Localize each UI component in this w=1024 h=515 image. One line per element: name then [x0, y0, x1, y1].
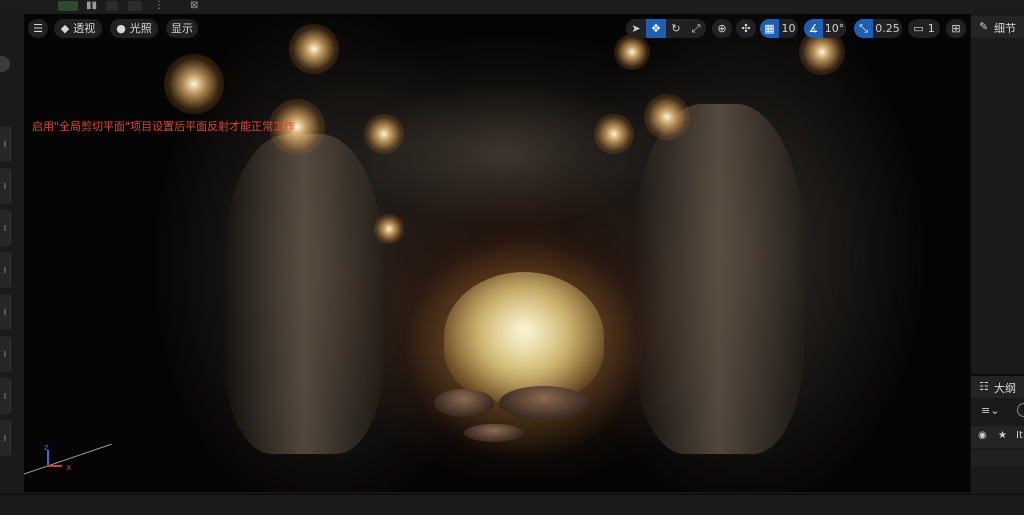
- outliner-column-header: ◉ ★ It: [971, 426, 1024, 448]
- grid-icon[interactable]: ▦: [760, 19, 779, 38]
- lamp-glow: [644, 94, 690, 140]
- left-dock-strip: [0, 14, 24, 494]
- cave-pillar-right: [634, 104, 804, 454]
- list-icon: ☷: [979, 380, 989, 393]
- transform-tools-group: ➤ ✥ ↻ ⤢: [626, 19, 706, 38]
- search-icon[interactable]: [1017, 403, 1024, 417]
- viewport-layout-button[interactable]: ⊞: [946, 19, 966, 38]
- move-icon[interactable]: ✥: [646, 19, 666, 38]
- stop-button[interactable]: [106, 1, 118, 11]
- lamp-glow: [289, 24, 339, 74]
- eject-button[interactable]: [128, 1, 142, 11]
- lamp-glow: [594, 114, 634, 154]
- panel-handle[interactable]: [0, 336, 11, 372]
- globe-icon: ⊕: [717, 22, 727, 35]
- panel-handle[interactable]: [0, 126, 11, 162]
- viewport-menu-button[interactable]: ☰: [28, 19, 48, 38]
- grid-snap-value[interactable]: 10: [779, 19, 798, 38]
- play-button[interactable]: [58, 1, 78, 11]
- lamp-glow: [164, 54, 224, 114]
- details-panel-tab[interactable]: ✎ 细节: [971, 16, 1024, 38]
- camera-speed-button[interactable]: ▭ 1: [908, 19, 940, 38]
- panel-handle[interactable]: [0, 252, 11, 288]
- filter-icon[interactable]: ≡⌄: [981, 404, 999, 417]
- x-axis-label: x: [66, 463, 72, 473]
- outliner-panel-tab[interactable]: ☷ 大纲: [971, 376, 1024, 398]
- rotate-snap-group: ∡ 10°: [804, 19, 846, 38]
- platform-icon[interactable]: ⊠: [190, 0, 198, 12]
- more-options-icon[interactable]: ⋮: [154, 0, 164, 12]
- scale-snap-group: ⤡ 0.25: [854, 19, 902, 38]
- show-button[interactable]: 显示: [166, 19, 198, 38]
- panel-handle[interactable]: [0, 378, 11, 414]
- camera-icon: ▭: [913, 22, 924, 35]
- lamp-glow: [614, 34, 650, 70]
- level-viewport[interactable]: 启用"全局剪切平面"项目设置后平面反射才能正常工作 ☰ ◆ 透视 ● 光照 显示 ➤…: [24, 14, 970, 492]
- hamburger-icon: ☰: [33, 22, 43, 35]
- perspective-button[interactable]: ◆ 透视: [54, 19, 102, 38]
- grid-snap-group: ▦ 10: [760, 19, 798, 38]
- panel-handle[interactable]: [0, 168, 11, 204]
- sphere-icon: ●: [116, 22, 126, 35]
- eye-icon[interactable]: ◉: [978, 430, 987, 441]
- rotate-icon[interactable]: ↻: [666, 19, 686, 38]
- rock: [464, 424, 524, 442]
- outliner-row[interactable]: [971, 450, 1024, 466]
- mode-indicator[interactable]: [0, 56, 10, 72]
- axis-gizmo: z x: [24, 444, 113, 475]
- cave-pillar-left: [224, 134, 384, 454]
- pause-icon[interactable]: ▮▮: [86, 0, 97, 12]
- z-axis-label: z: [44, 444, 49, 453]
- outliner-filter-row: ≡⌄: [971, 400, 1024, 422]
- lamp-glow: [364, 114, 404, 154]
- glowing-tree: [444, 272, 604, 402]
- panel-handle[interactable]: [0, 420, 11, 456]
- world-local-button[interactable]: ⊕: [712, 19, 732, 38]
- main-toolbar-strip: ▮▮ ⋮ ⊠: [0, 0, 1024, 15]
- status-bar: [0, 494, 1024, 515]
- layout-icon: ⊞: [951, 22, 961, 35]
- lamp-glow: [374, 214, 404, 244]
- panel-handle[interactable]: [0, 210, 11, 246]
- right-side-panel: ✎ 细节 ☷ 大纲 ≡⌄ ◉ ★ It: [970, 14, 1024, 494]
- pencil-icon: ✎: [979, 20, 989, 33]
- scale-snap-value[interactable]: 0.25: [873, 19, 902, 38]
- star-icon[interactable]: ★: [998, 430, 1007, 441]
- surface-snap-icon: ✣: [741, 22, 751, 35]
- viewport-warning-message: 启用"全局剪切平面"项目设置后平面反射才能正常工作: [32, 120, 296, 133]
- angle-icon[interactable]: ∡: [804, 19, 823, 38]
- rotate-snap-value[interactable]: 10°: [823, 19, 846, 38]
- lighting-mode-button[interactable]: ● 光照: [110, 19, 158, 38]
- cursor-icon[interactable]: ➤: [626, 19, 646, 38]
- scale-snap-icon[interactable]: ⤡: [854, 19, 873, 38]
- scale-icon[interactable]: ⤢: [686, 19, 706, 38]
- surface-snap-button[interactable]: ✣: [736, 19, 756, 38]
- item-label-column[interactable]: It: [1016, 430, 1023, 441]
- rock: [499, 386, 589, 420]
- cube-icon: ◆: [60, 22, 70, 35]
- rock: [434, 389, 494, 417]
- panel-handle[interactable]: [0, 294, 11, 330]
